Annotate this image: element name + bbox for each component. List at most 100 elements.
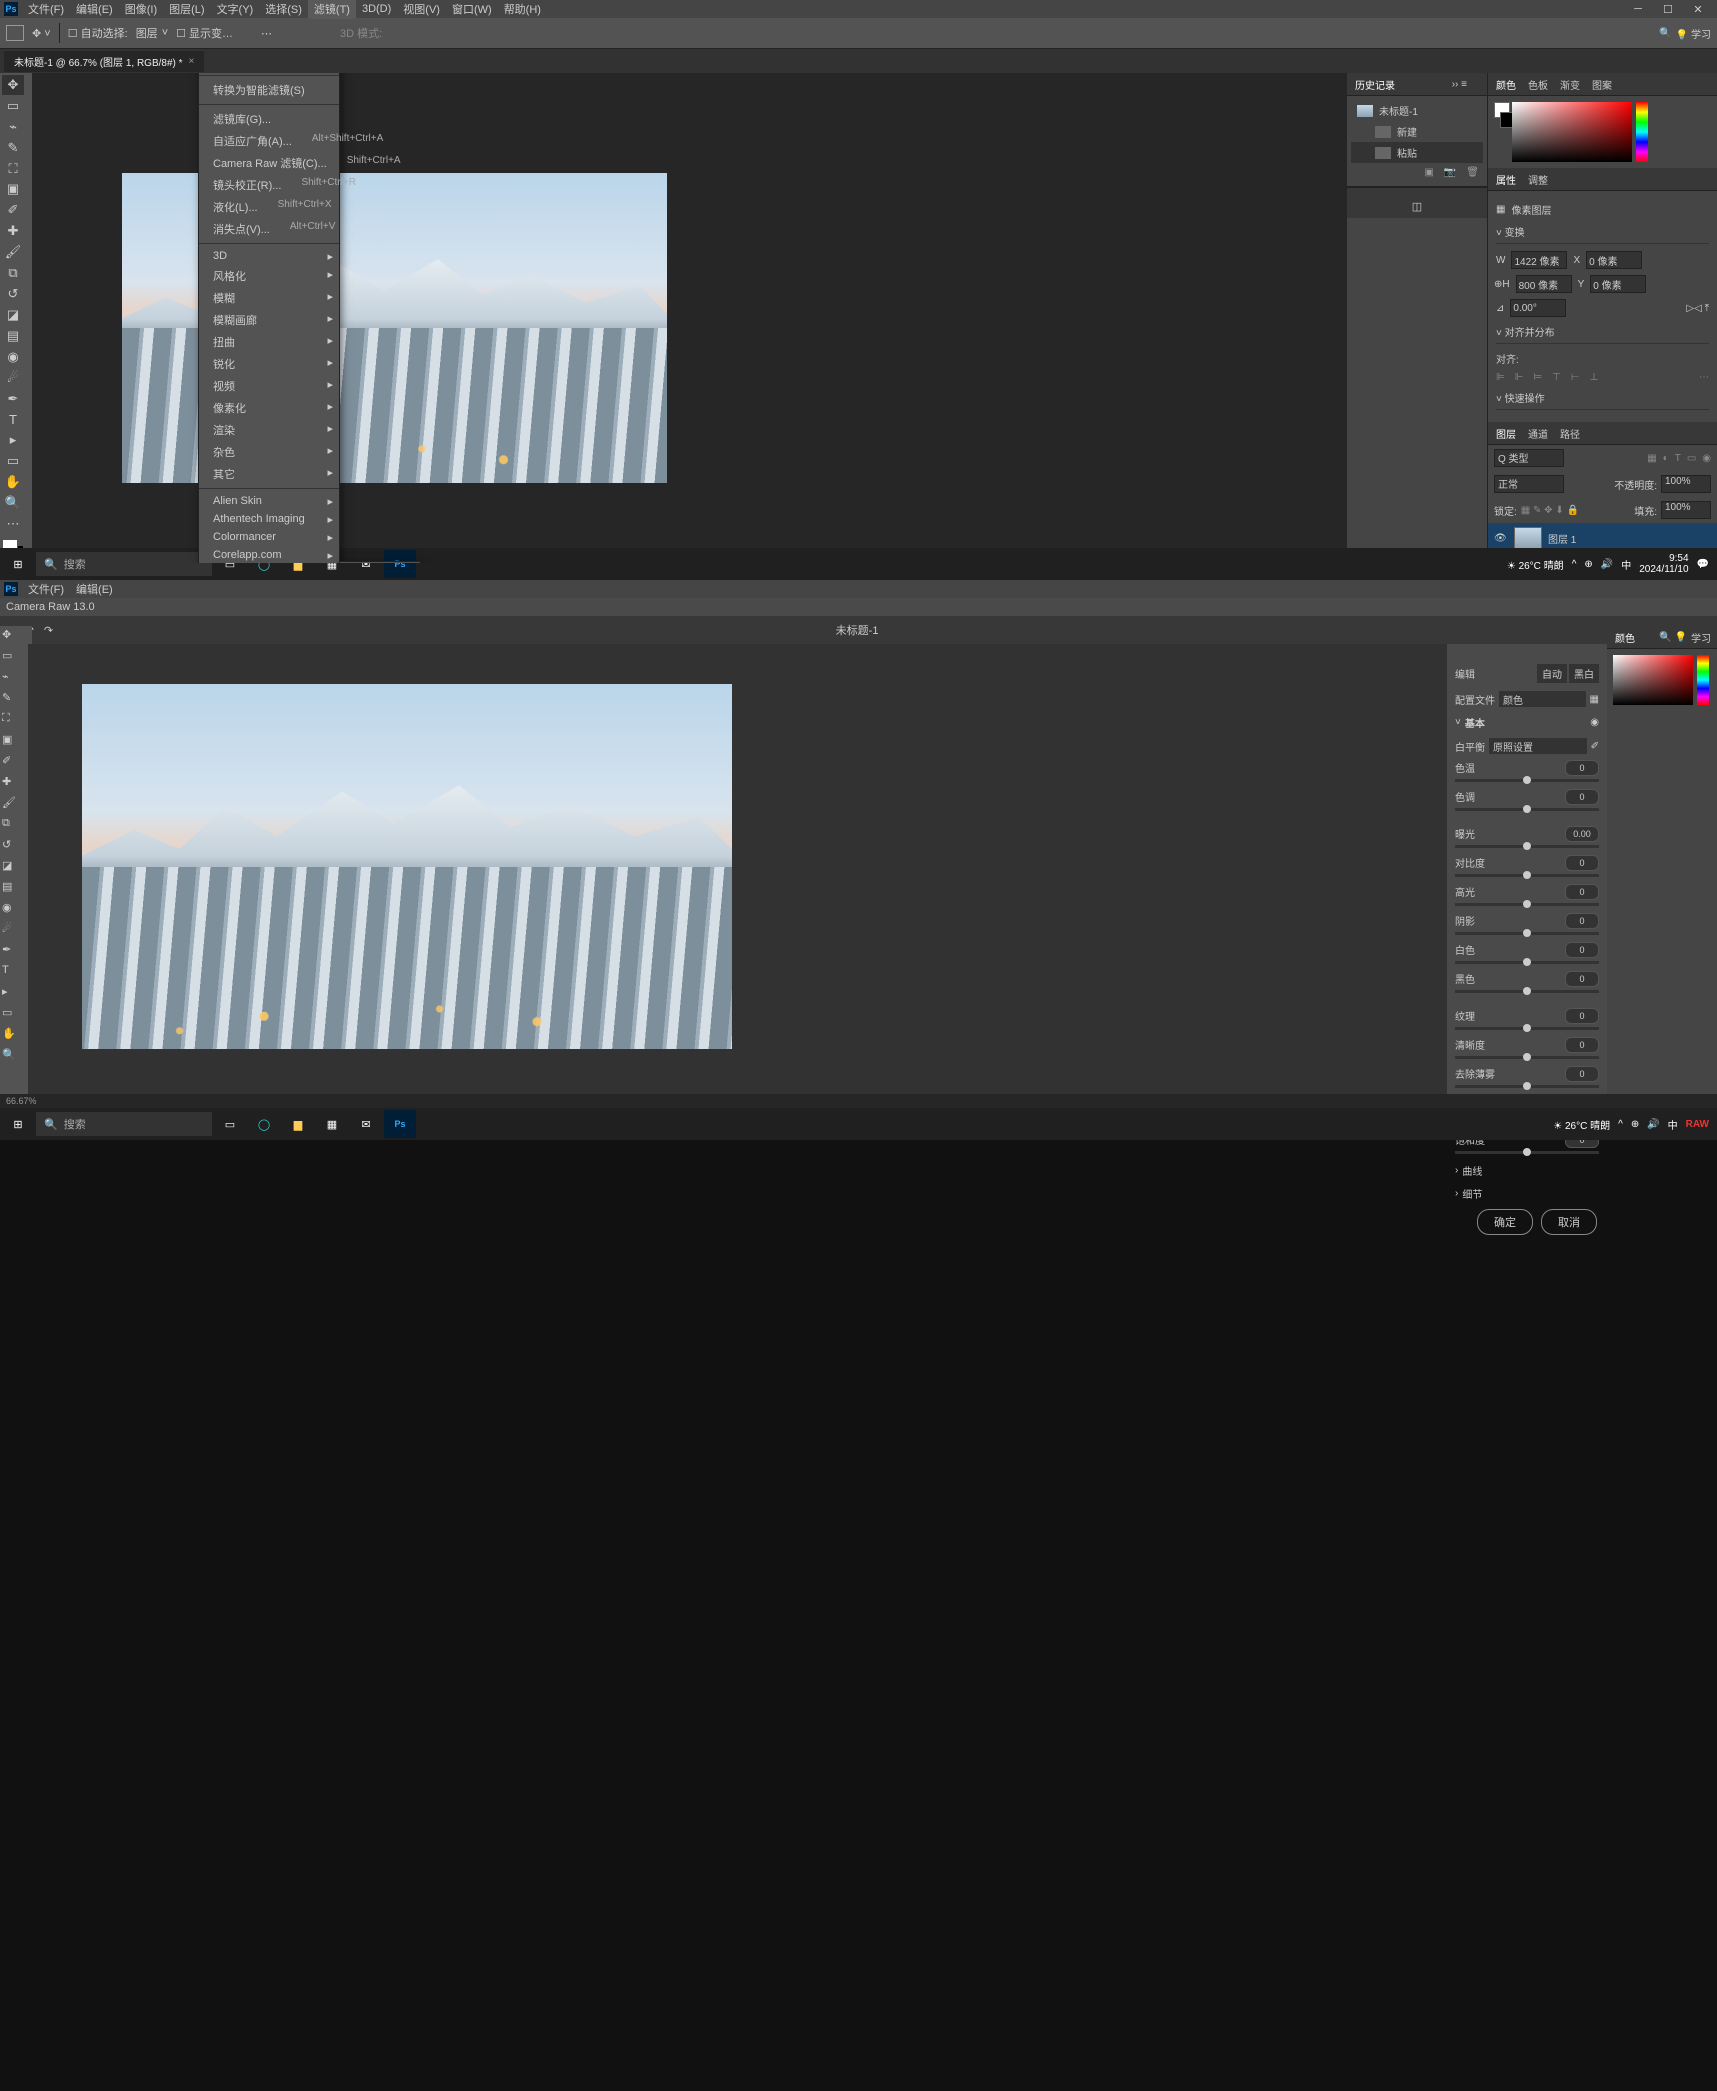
history-doc[interactable]: 未标题-1: [1351, 100, 1483, 121]
filter-menu-item[interactable]: 模糊画廊▸: [199, 309, 339, 331]
menu-select[interactable]: 选择(S): [259, 0, 308, 19]
filter-menu-item[interactable]: 扭曲▸: [199, 331, 339, 353]
filter-menu-item[interactable]: 视频▸: [199, 375, 339, 397]
filter-menu-item[interactable]: 3D▸: [199, 247, 339, 265]
document-tab[interactable]: 未标题-1 @ 66.7% (图层 1, RGB/8#) *×: [4, 51, 204, 72]
adjustments-tab[interactable]: 调整: [1528, 172, 1548, 187]
win-close[interactable]: ✕: [1683, 2, 1713, 16]
taskbar-search[interactable]: 🔍搜索: [36, 1112, 212, 1136]
filter-menu-item[interactable]: 液化(L)...Shift+Ctrl+X: [199, 196, 339, 218]
mail-icon[interactable]: ✉: [350, 550, 382, 578]
history-step-new[interactable]: 新建: [1351, 121, 1483, 142]
menu-view[interactable]: 视图(V): [397, 0, 446, 19]
move-tool[interactable]: ✥: [2, 628, 24, 648]
stamp-tool[interactable]: ⧉: [2, 817, 24, 837]
crop-tool[interactable]: ⛶: [2, 159, 24, 179]
quick-select-tool[interactable]: ✎: [2, 138, 24, 158]
history-brush-tool[interactable]: ↺: [2, 838, 24, 858]
close-tab-icon[interactable]: ×: [189, 56, 195, 67]
history-panel-header[interactable]: 历史记录›› ≡: [1347, 73, 1487, 96]
filter-menu-item[interactable]: Colormancer▸: [199, 528, 339, 546]
edge-icon[interactable]: ◯: [248, 1110, 280, 1138]
blend-mode-select[interactable]: 正常: [1494, 475, 1564, 493]
path-tool[interactable]: ▸: [2, 985, 24, 1005]
filter-menu-item[interactable]: Alien Skin▸: [199, 492, 339, 510]
color-picker-field[interactable]: [1512, 102, 1632, 162]
curve-section[interactable]: › 曲线: [1455, 1159, 1599, 1182]
frame-tool[interactable]: ▣: [2, 180, 24, 200]
history-snapshot-icon[interactable]: ▣: [1424, 167, 1433, 178]
pen-tool[interactable]: ✒: [2, 389, 24, 409]
show-transform-checkbox[interactable]: ☐ 显示变…: [176, 25, 233, 41]
zoom-level[interactable]: 66.67%: [6, 1096, 37, 1106]
blur-tool[interactable]: ◉: [2, 901, 24, 921]
move-tool[interactable]: ✥: [2, 75, 24, 95]
shape-tool[interactable]: ▭: [2, 1006, 24, 1026]
channels-tab[interactable]: 通道: [1528, 426, 1548, 441]
basic-section-header[interactable]: ˅ 基本◉: [1455, 711, 1599, 734]
pen-tool[interactable]: ✒: [2, 943, 24, 963]
camera-raw-canvas[interactable]: 79.6%: [28, 644, 1447, 1114]
slider-色温[interactable]: 色温0: [1455, 758, 1599, 787]
hue-strip[interactable]: [1636, 102, 1648, 162]
eraser-tool[interactable]: ◪: [2, 859, 24, 879]
ime-indicator[interactable]: 中: [1621, 557, 1631, 572]
gradients-tab[interactable]: 渐变: [1560, 77, 1580, 92]
notification-icon[interactable]: 💬: [1697, 559, 1709, 570]
start-button[interactable]: ⊞: [2, 1110, 34, 1138]
lasso-tool[interactable]: ⌁: [2, 670, 24, 690]
opacity-field[interactable]: 100%: [1661, 475, 1711, 493]
menu-layer[interactable]: 图层(L): [163, 0, 210, 19]
paths-tab[interactable]: 路径: [1560, 426, 1580, 441]
slider-清晰度[interactable]: 清晰度0: [1455, 1035, 1599, 1064]
filter-menu-item[interactable]: 模糊▸: [199, 287, 339, 309]
height-field[interactable]: 800 像素: [1516, 275, 1572, 293]
hand-tool[interactable]: ✋: [2, 1027, 24, 1047]
slider-对比度[interactable]: 对比度0: [1455, 853, 1599, 882]
menu-file[interactable]: 文件(F): [22, 579, 70, 599]
submenu-item[interactable]: Aetherize...: [340, 562, 420, 563]
tray-arrow-icon[interactable]: ^: [1572, 559, 1577, 570]
path-select-tool[interactable]: ▸: [2, 430, 24, 450]
select-tool[interactable]: ✎: [2, 691, 24, 711]
filter-menu-item[interactable]: Corelapp.com▸: [199, 546, 339, 563]
photoshop-taskbar-icon[interactable]: Ps: [384, 1110, 416, 1138]
brush-tool[interactable]: 🖌: [2, 796, 24, 816]
visibility-icon[interactable]: 👁: [1494, 533, 1508, 544]
win-maximize[interactable]: ☐: [1653, 2, 1683, 16]
eyedropper-tool[interactable]: ✐: [2, 754, 24, 774]
filter-menu-item[interactable]: 风格化▸: [199, 265, 339, 287]
slider-曝光[interactable]: 曝光0.00: [1455, 824, 1599, 853]
marquee-tool[interactable]: ▭: [2, 96, 24, 116]
canvas-area[interactable]: 上次滤镜操作(F)Alt+Ctrl+F转换为智能滤镜(S)滤镜库(G)...自适…: [32, 73, 1347, 563]
menu-type[interactable]: 文字(Y): [211, 0, 260, 19]
type-tool[interactable]: T: [2, 410, 24, 430]
taskbar-search[interactable]: 🔍搜索: [36, 552, 212, 576]
weather-widget[interactable]: ☀ 26°C 晴朗: [1507, 557, 1564, 572]
angle-field[interactable]: 0.00°: [1510, 299, 1566, 317]
layer-filter-kind[interactable]: Q 类型: [1494, 449, 1564, 467]
history-step-paste[interactable]: 粘贴: [1351, 142, 1483, 163]
filter-menu-item[interactable]: 滤镜库(G)...: [199, 108, 339, 130]
network-icon[interactable]: ⊕: [1584, 559, 1592, 570]
menu-image[interactable]: 图像(I): [119, 0, 163, 19]
menu-window[interactable]: 窗口(W): [446, 0, 498, 19]
task-view-icon[interactable]: ▭: [214, 1110, 246, 1138]
properties-tab[interactable]: 属性: [1496, 172, 1516, 187]
volume-icon[interactable]: 🔊: [1601, 559, 1613, 570]
learn-button[interactable]: 💡 学习: [1676, 26, 1711, 41]
slider-白色[interactable]: 白色0: [1455, 940, 1599, 969]
filter-menu-item[interactable]: 自适应广角(A)...Alt+Shift+Ctrl+A: [199, 130, 339, 152]
filter-menu-item[interactable]: 镜头校正(R)...Shift+Ctrl+R: [199, 174, 339, 196]
win-minimize[interactable]: ─: [1623, 2, 1653, 16]
dodge-tool[interactable]: ☄: [2, 368, 24, 388]
filter-menu-item[interactable]: 杂色▸: [199, 441, 339, 463]
marquee-tool[interactable]: ▭: [2, 649, 24, 669]
wb-eyedropper-icon[interactable]: ✐: [1591, 741, 1599, 752]
color-tab[interactable]: 颜色: [1496, 77, 1516, 92]
slider-纹理[interactable]: 纹理0: [1455, 1006, 1599, 1035]
history-brush-tool[interactable]: ↺: [2, 284, 24, 304]
filter-menu-item[interactable]: Camera Raw 滤镜(C)...Shift+Ctrl+A: [199, 152, 339, 174]
zoom-tool[interactable]: 🔍: [2, 493, 24, 513]
filter-menu-item[interactable]: 其它▸: [199, 463, 339, 485]
